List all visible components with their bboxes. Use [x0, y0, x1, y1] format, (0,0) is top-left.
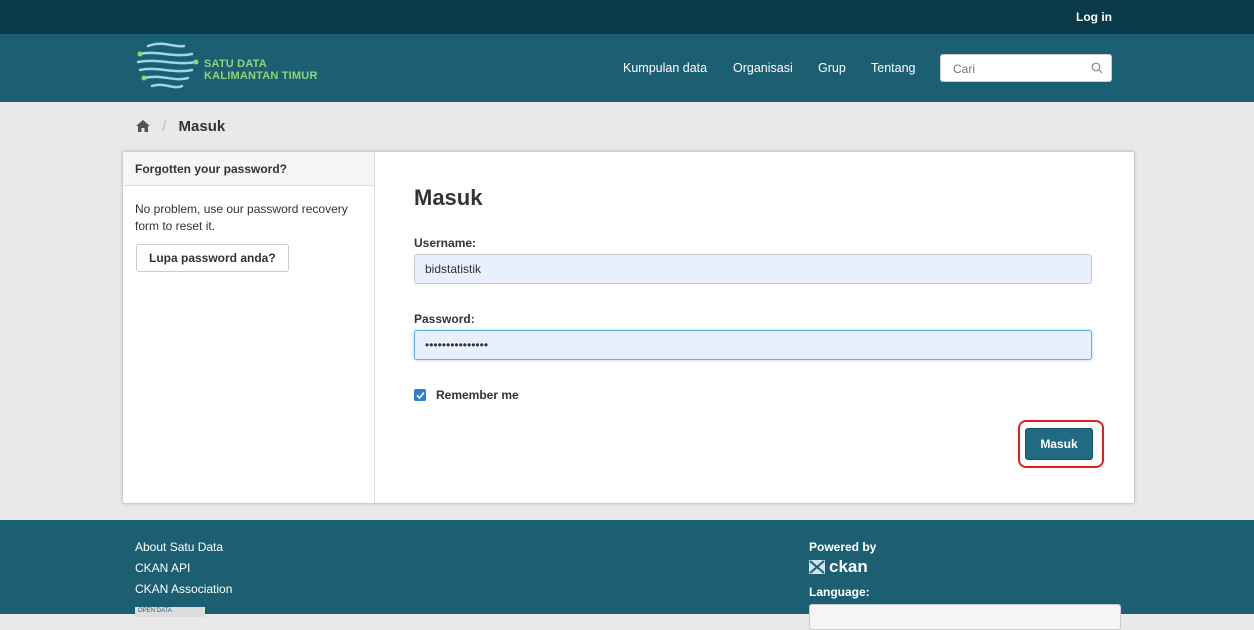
remember-me: Remember me: [414, 388, 519, 402]
checkmark-icon: [415, 391, 425, 399]
password-label: Password:: [414, 312, 475, 326]
breadcrumb-separator: /: [162, 118, 167, 135]
nav-kumpulan-data[interactable]: Kumpulan data: [623, 61, 707, 75]
login-submit-button[interactable]: Masuk: [1025, 428, 1093, 460]
username-label: Username:: [414, 236, 477, 250]
login-link[interactable]: Log in: [1076, 10, 1112, 24]
logo-title: SATU DATA: [204, 58, 267, 70]
language-select[interactable]: [809, 604, 1121, 630]
breadcrumb-current: Masuk: [178, 118, 226, 135]
account-bar: Log in: [0, 0, 1254, 34]
login-card: Forgotten your password? No problem, use…: [122, 151, 1135, 504]
ckan-icon: [809, 560, 825, 574]
open-data-badge[interactable]: OPEN DATA: [135, 607, 205, 617]
site-logo[interactable]: SATU DATA KALIMANTAN TIMUR: [134, 38, 344, 94]
search-icon[interactable]: [1091, 62, 1103, 74]
ckan-wordmark: ckan: [829, 557, 868, 576]
remember-label: Remember me: [436, 388, 519, 402]
nav-tentang[interactable]: Tentang: [871, 61, 915, 75]
nav-organisasi[interactable]: Organisasi: [733, 61, 793, 75]
footer-link-association[interactable]: CKAN Association: [135, 582, 232, 596]
search-input[interactable]: [951, 61, 1075, 77]
footer: About Satu Data CKAN API CKAN Associatio…: [0, 520, 1254, 630]
logo-graphic-icon: [136, 42, 199, 89]
sidebar-heading: Forgotten your password?: [123, 152, 374, 186]
username-field[interactable]: bidstatistik: [414, 254, 1092, 284]
home-icon[interactable]: [136, 120, 150, 132]
logo-subtitle: KALIMANTAN TIMUR: [204, 70, 318, 82]
open-data-badge-text: OPEN DATA: [138, 608, 172, 614]
footer-link-api[interactable]: CKAN API: [135, 561, 190, 575]
nav-grup[interactable]: Grup: [818, 61, 846, 75]
form-title: Masuk: [414, 185, 483, 210]
footer-link-about[interactable]: About Satu Data: [135, 540, 223, 554]
login-form: Masuk Username: bidstatistik Password: •…: [376, 152, 1134, 503]
search-box: [940, 54, 1112, 82]
reset-password-button[interactable]: Lupa password anda?: [136, 244, 289, 272]
remember-checkbox[interactable]: [414, 389, 426, 401]
breadcrumb: / Masuk: [136, 118, 225, 135]
powered-by-label: Powered by: [809, 540, 877, 554]
ckan-logo[interactable]: ckan: [809, 557, 868, 577]
password-field[interactable]: •••••••••••••••: [414, 330, 1092, 360]
masthead: SATU DATA KALIMANTAN TIMUR Kumpulan data…: [0, 34, 1254, 102]
sidebar-text: No problem, use our password recovery fo…: [135, 202, 348, 233]
forgot-password-sidebar: Forgotten your password? No problem, use…: [123, 152, 375, 503]
language-label: Language:: [809, 585, 870, 599]
